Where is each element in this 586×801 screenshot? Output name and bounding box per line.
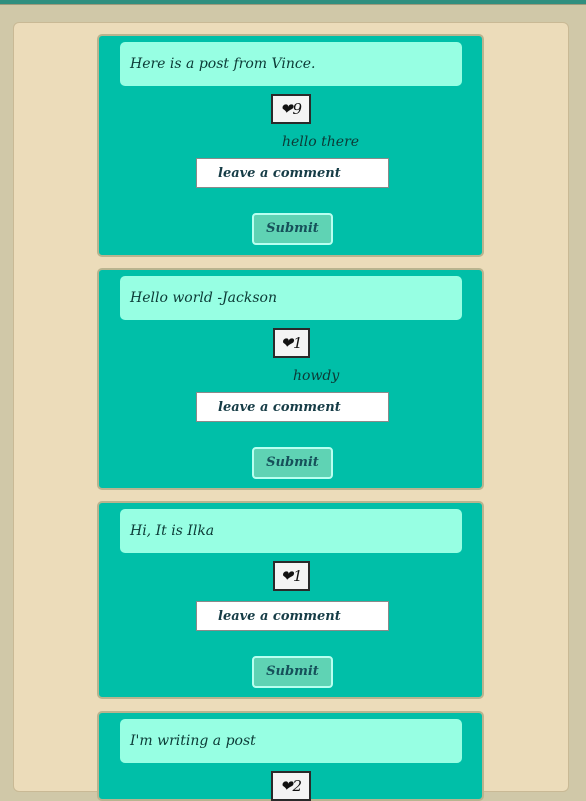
like-count: 1	[293, 567, 303, 585]
like-button[interactable]: ❤9	[271, 94, 311, 124]
like-button[interactable]: ❤2	[271, 771, 311, 801]
like-count: 1	[293, 334, 303, 352]
heart-icon: ❤	[280, 567, 294, 585]
post-card: Hello world -Jackson ❤1 howdy Submit	[97, 268, 484, 490]
comment-input[interactable]	[196, 601, 389, 631]
comment-text: howdy	[293, 368, 340, 384]
heart-icon: ❤	[280, 334, 294, 352]
submit-button[interactable]: Submit	[252, 447, 333, 479]
comment-text: hello there	[282, 134, 360, 150]
post-title: I'm writing a post	[120, 719, 462, 763]
post-card: I'm writing a post ❤2	[97, 711, 484, 801]
post-title: Hi, It is Ilka	[120, 509, 462, 553]
post-title: Hello world -Jackson	[120, 276, 462, 320]
heart-icon: ❤	[279, 100, 293, 118]
like-count: 9	[292, 100, 303, 118]
comment-input[interactable]	[196, 392, 389, 422]
post-card: Hi, It is Ilka ❤1 Submit	[97, 501, 484, 699]
submit-button[interactable]: Submit	[252, 213, 333, 245]
comment-input[interactable]	[196, 158, 389, 188]
like-button[interactable]: ❤1	[273, 328, 310, 358]
top-bar	[0, 0, 586, 4]
post-title: Here is a post from Vince.	[120, 42, 462, 86]
post-card: Here is a post from Vince. ❤9 hello ther…	[97, 34, 484, 257]
like-button[interactable]: ❤1	[273, 561, 310, 591]
submit-button[interactable]: Submit	[252, 656, 333, 688]
